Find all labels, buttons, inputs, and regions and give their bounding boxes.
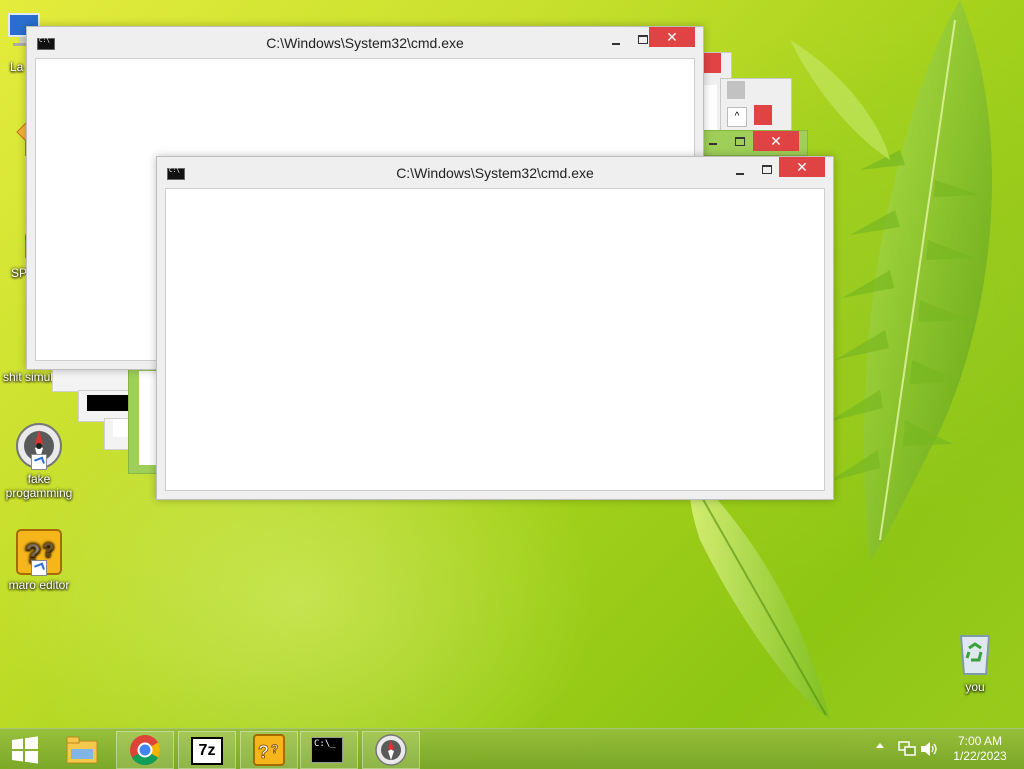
taskbar-file-explorer[interactable] [54, 731, 112, 769]
maximize-button[interactable] [753, 161, 779, 179]
taskbar-chrome[interactable] [116, 731, 174, 769]
close-button[interactable]: ✕ [649, 27, 695, 47]
clock[interactable]: 7:00 AM 1/22/2023 [944, 734, 1016, 764]
desktop-icon-label: fake progamming [5, 472, 73, 500]
cmd-window-front[interactable]: C:\Windows\System32\cmd.exe ✕ [156, 156, 834, 500]
stacked-window-ghost-green: ✕ [700, 130, 808, 156]
desktop-icon-label: maro editor [8, 578, 70, 592]
desktop-icon-recycle-bin[interactable]: you [936, 630, 1014, 694]
start-button[interactable] [0, 731, 50, 769]
clock-time: 7:00 AM [957, 734, 1003, 748]
taskbar-maro-editor[interactable]: ? ? [240, 731, 298, 769]
7zip-label: 7z [198, 742, 216, 759]
desktop-icon-label: SP [11, 266, 28, 280]
7zip-icon: 7z [191, 737, 223, 765]
shortcut-arrow-icon [31, 560, 47, 576]
system-tray [870, 729, 940, 769]
recycle-bin-icon [951, 630, 999, 678]
desktop-icon-label: you [965, 680, 985, 694]
file-explorer-icon [66, 736, 98, 764]
close-button-ghost[interactable] [703, 53, 721, 73]
cmd-label: C:\_ [314, 739, 336, 749]
svg-text:?: ? [43, 540, 54, 560]
shortcut-arrow-icon [31, 454, 47, 470]
desktop-icon-fake-progamming[interactable]: fake progamming [0, 422, 78, 500]
title-bar[interactable]: C:\Windows\System32\cmd.exe ✕ [157, 157, 833, 187]
clock-date: 1/22/2023 [953, 749, 1007, 763]
taskbar-cmd[interactable]: C:\_ [300, 731, 358, 769]
close-button[interactable]: ✕ [779, 157, 825, 177]
show-hidden-icons-arrow[interactable] [876, 743, 884, 748]
close-button-ghost[interactable]: ✕ [753, 131, 799, 151]
taskbar-fake-progamming[interactable] [362, 731, 420, 769]
compass-icon [15, 422, 63, 470]
volume-icon[interactable] [920, 741, 938, 757]
close-button-ghost[interactable] [754, 105, 772, 125]
console-area[interactable] [165, 188, 825, 491]
question-block-icon: ? ? [253, 734, 285, 766]
windows-logo-icon [12, 736, 38, 764]
svg-text:?: ? [271, 742, 278, 756]
svg-text:?: ? [258, 742, 269, 762]
title-bar[interactable]: C:\Windows\System32\cmd.exe ✕ [27, 27, 703, 57]
cmd-icon: C:\_ [311, 737, 343, 763]
desktop-icon-label: shit simul [3, 370, 54, 384]
compass-icon [375, 734, 407, 766]
chrome-icon [130, 735, 161, 766]
minimize-button[interactable] [603, 31, 629, 49]
taskbar: 7z ? ? C:\_ 7:00 AM 1/22/2023 [0, 728, 1024, 769]
network-icon[interactable] [898, 741, 916, 757]
desktop-icon-maro-editor[interactable]: ? ? maro editor [0, 528, 78, 592]
scrollbar-arrow-up[interactable]: ^ [727, 107, 747, 127]
desktop-icon-label: La [10, 60, 24, 74]
question-block-icon: ? ? [15, 528, 63, 576]
taskbar-7zip[interactable]: 7z [178, 731, 236, 769]
window-title: C:\Windows\System32\cmd.exe [266, 35, 464, 51]
minimize-button[interactable] [727, 161, 753, 179]
